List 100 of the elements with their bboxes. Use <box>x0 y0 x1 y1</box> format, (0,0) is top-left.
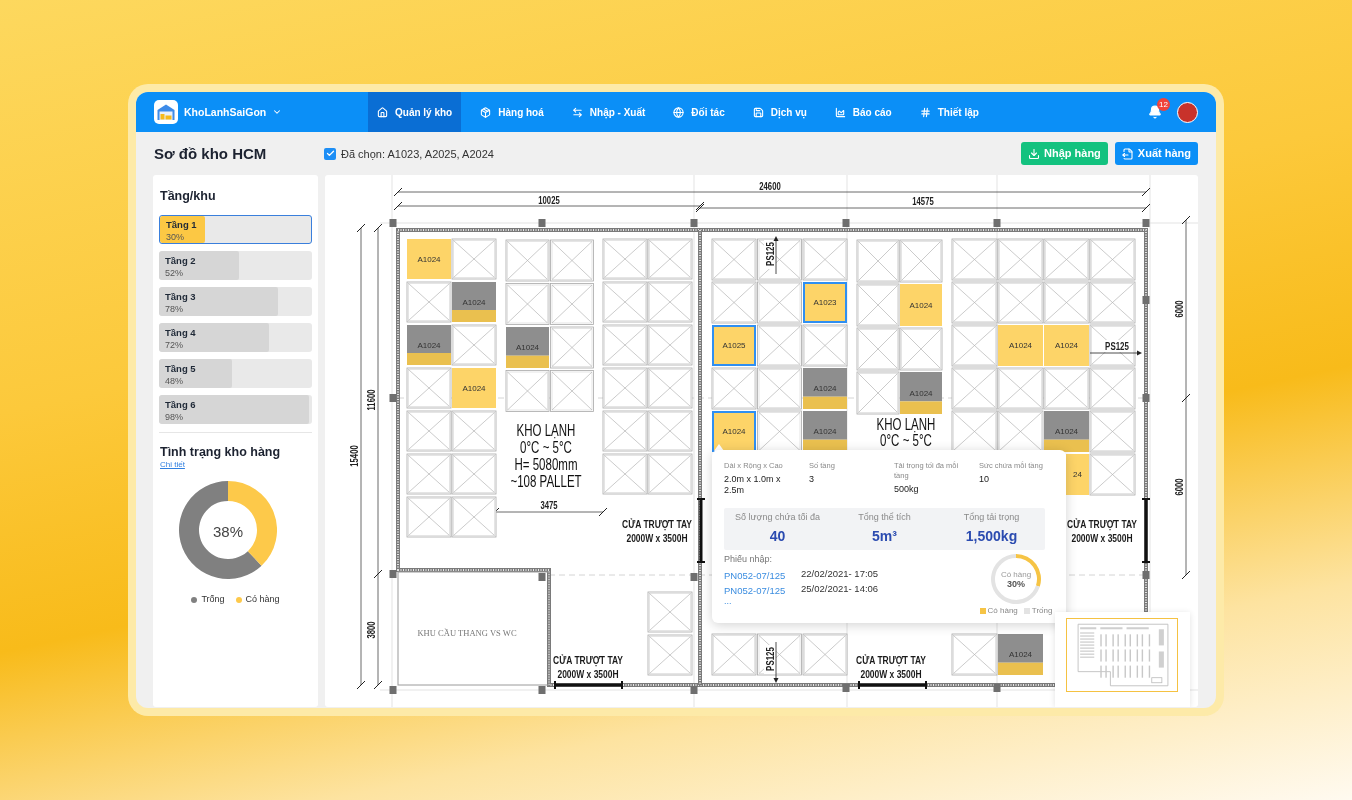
stocked-rack-slot[interactable]: A1024 <box>998 325 1043 366</box>
floor-percentage: 48% <box>165 375 183 387</box>
structural-column <box>1142 219 1150 227</box>
swap-arrows-icon <box>571 106 583 118</box>
dimension-label: 3475 <box>540 498 558 512</box>
receipt-link[interactable]: PN052-07/125 <box>724 584 786 596</box>
legend-label: Có hàng <box>987 606 1018 616</box>
total-label: Tổng thể tích <box>858 512 911 523</box>
nav-tab[interactable]: Quản lý kho <box>368 92 462 132</box>
leader-arrow <box>773 641 779 683</box>
stocked-rack-slot[interactable]: A1024 <box>1044 325 1089 366</box>
nav-tab[interactable]: Thiết lập <box>910 92 988 132</box>
room-label: KHO LẠNH 0°C ~ 5°C <box>876 414 936 450</box>
room-label: KHU CẦU THANG VS WC <box>417 627 517 639</box>
dimension-label: 24600 <box>759 179 781 193</box>
floor-name: Tầng 3 <box>165 291 196 303</box>
structural-column <box>538 219 546 227</box>
nav-tab[interactable]: Đối tác <box>664 92 734 132</box>
globe-icon <box>673 106 685 118</box>
chevron-down-icon <box>272 107 283 117</box>
sliding-door <box>858 680 927 690</box>
sliding-door <box>696 498 706 563</box>
receipt-time: 25/02/2021- 14:06 <box>801 582 879 595</box>
file-export-icon <box>1121 147 1134 160</box>
floor-percentage: 98% <box>165 411 183 423</box>
nav-tab[interactable]: Dịch vụ <box>743 92 816 132</box>
leader-arrow <box>1089 350 1142 356</box>
nav-tab[interactable]: Báo cáo <box>825 92 901 132</box>
dimension-label: 14575 <box>912 194 934 208</box>
user-avatar[interactable] <box>1177 101 1198 123</box>
sliding-door <box>554 680 623 690</box>
spec-value: 3 <box>809 474 814 485</box>
selection-checkbox[interactable] <box>324 147 336 160</box>
floor-item[interactable]: Tầng 2 52% <box>159 251 312 280</box>
structural-column <box>389 686 397 694</box>
dimension-label: 15400 <box>347 445 361 467</box>
leader-arrow <box>773 236 779 275</box>
nav-tab[interactable]: Nhập - Xuất <box>562 92 655 132</box>
total-value: 5m³ <box>872 527 897 545</box>
receipt-time: 22/02/2021- 17:05 <box>801 567 879 580</box>
selection-summary: Đã chọn: A1023, A2025, A2024 <box>341 146 494 161</box>
structural-column <box>690 573 698 581</box>
gauge-reading: 30% <box>1007 579 1025 589</box>
floor-item[interactable]: Tầng 3 78% <box>159 287 312 316</box>
warehouse-logo-icon <box>154 100 178 124</box>
home-icon <box>377 106 388 118</box>
more-receipts-link[interactable]: ... <box>724 596 732 606</box>
dimension-label: 11600 <box>364 389 378 411</box>
notification-bell-icon[interactable] <box>1148 105 1162 119</box>
legend-label: Trống <box>201 594 225 605</box>
structural-column <box>389 394 397 402</box>
structural-column <box>389 219 397 227</box>
spec-value: 2.0m x 1.0m x 2.5m <box>724 474 782 496</box>
minimap-viewport[interactable] <box>1066 618 1178 692</box>
marker-label: PS125 <box>763 647 777 671</box>
total-label: Số lượng chứa tối đa <box>735 512 820 523</box>
dimension-label: 10025 <box>538 193 560 207</box>
status-title: Tình trạng kho hàng <box>159 444 281 460</box>
structural-column <box>1142 571 1150 579</box>
floor-item[interactable]: Tầng 5 48% <box>159 359 312 388</box>
total-value: 1,500kg <box>965 527 1018 545</box>
marker-label: PS125 <box>763 242 777 266</box>
stocked-rack-slot[interactable]: A1024 <box>900 284 942 326</box>
structural-column <box>842 684 850 692</box>
legend-label: Trống <box>1031 606 1053 616</box>
structural-column <box>993 219 1001 227</box>
sliding-door <box>1141 498 1151 563</box>
structural-column <box>538 686 546 694</box>
stocked-rack-slot[interactable]: A1025 <box>712 325 756 366</box>
stocked-rack-slot[interactable]: A1024 <box>407 239 451 279</box>
import-goods-button[interactable]: Nhập hàng <box>1021 142 1108 165</box>
checkmark-icon <box>325 149 335 158</box>
gauge-label: Có hàng <box>1000 569 1032 579</box>
stocked-rack-slot[interactable]: A1024 <box>712 411 756 452</box>
dimension-label: 6000 <box>1172 300 1186 318</box>
area-chart-icon <box>834 106 846 118</box>
export-goods-button[interactable]: Xuất hàng <box>1114 142 1198 165</box>
door-label: CỬA TRƯỢT TAY 2000W x 3500H <box>622 517 692 545</box>
spec-value: 500kg <box>894 484 919 495</box>
stocked-rack-slot[interactable]: A1023 <box>803 282 847 323</box>
details-link[interactable]: Chi tiết <box>159 460 185 470</box>
structural-column <box>993 684 1001 692</box>
door-label: CỬA TRƯỢT TAY 2000W x 3500H <box>856 653 926 681</box>
brand-menu[interactable]: KhoLanhSaiGon <box>184 105 283 119</box>
stocked-rack-slot[interactable]: A1024 <box>452 368 496 408</box>
floor-item[interactable]: Tầng 1 30% <box>159 215 312 244</box>
door-label: CỬA TRƯỢT TAY 2000W x 3500H <box>553 653 623 681</box>
floor-percentage: 72% <box>165 339 183 351</box>
floor-item[interactable]: Tầng 6 98% <box>159 395 312 424</box>
legend-label: Có hàng <box>245 594 280 605</box>
floor-item[interactable]: Tầng 4 72% <box>159 323 312 352</box>
structural-column <box>1142 394 1150 402</box>
page-title: Sơ đồ kho HCM <box>154 143 267 164</box>
stocked-rack-slot[interactable]: 24 <box>1066 454 1089 495</box>
structural-column <box>389 570 397 578</box>
receipt-link[interactable]: PN052-07/125 <box>724 569 786 581</box>
dimension-label: 3800 <box>364 621 378 639</box>
door-label: CỬA TRƯỢT TAY 2000W x 3500H <box>1067 517 1137 545</box>
nav-tab[interactable]: Hàng hoá <box>471 92 553 132</box>
structural-column <box>690 219 698 227</box>
